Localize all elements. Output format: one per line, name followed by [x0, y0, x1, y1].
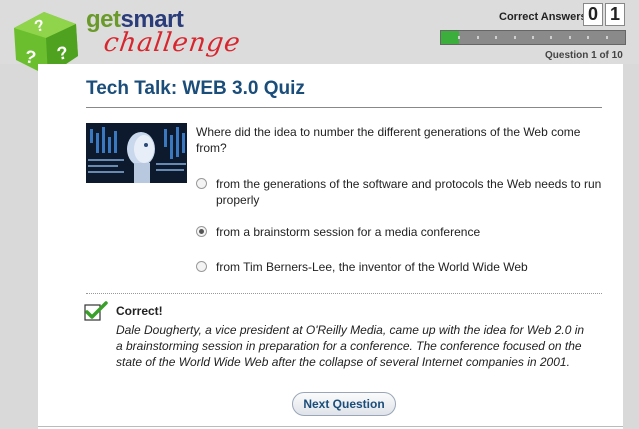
radio-button[interactable]	[196, 178, 207, 189]
robot-head-image	[86, 123, 187, 183]
bottom-divider	[38, 426, 623, 427]
correct-answers-label: Correct Answers	[499, 11, 587, 23]
progress-tick	[587, 36, 590, 39]
feedback-divider	[86, 293, 602, 294]
progress-tick	[550, 36, 553, 39]
score-counter: 0 1	[583, 3, 625, 26]
question-counter: Question 1 of 10	[545, 50, 623, 61]
brand-challenge: challenge	[101, 28, 243, 58]
answer-option-label: from the generations of the software and…	[216, 177, 602, 207]
header: ? ? ? getsmart challenge Correct Answers…	[0, 0, 639, 76]
progress-tick	[532, 36, 534, 39]
radio-button[interactable]	[196, 261, 207, 272]
title-divider	[86, 107, 602, 108]
next-question-button[interactable]: Next Question	[292, 392, 396, 416]
feedback-title: Correct!	[116, 304, 163, 318]
progress-tick	[476, 36, 479, 39]
question-text: Where did the idea to number the differe…	[196, 125, 581, 155]
checkmark-icon	[84, 301, 108, 321]
progress-tick	[568, 36, 571, 39]
quiz-panel: Tech Talk: WEB 3.0 Quiz Where did the id…	[38, 64, 623, 429]
page-title: Tech Talk: WEB 3.0 Quiz	[86, 78, 305, 99]
radio-button[interactable]	[196, 226, 207, 237]
progress-bar	[440, 30, 626, 45]
score-digit: 1	[605, 3, 625, 26]
feedback-text: Dale Dougherty, a vice president at O'Re…	[116, 323, 585, 369]
progress-tick	[495, 36, 498, 39]
progress-tick	[458, 36, 461, 39]
progress-tick	[605, 36, 608, 39]
answer-option-label: from a brainstorm session for a media co…	[216, 225, 481, 239]
answer-option-label: from Tim Berners-Lee, the inventor of th…	[216, 260, 528, 274]
score-digit: 0	[583, 3, 603, 26]
progress-tick	[513, 36, 516, 39]
progress-fill	[441, 31, 460, 44]
